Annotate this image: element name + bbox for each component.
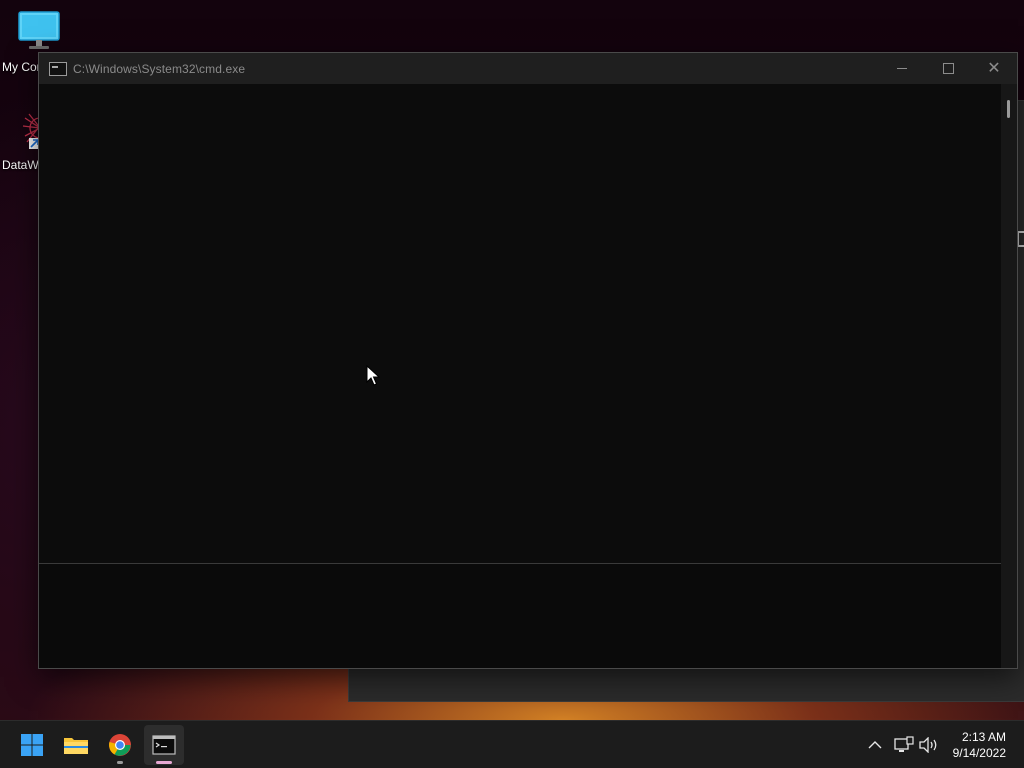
console-icon (49, 61, 67, 76)
close-button[interactable]: ✕ (971, 53, 1017, 84)
monitor-icon (15, 10, 63, 58)
close-icon: ✕ (987, 59, 1001, 77)
title-bar[interactable]: C:\Windows\System32\cmd.exe ✕ (39, 53, 1017, 84)
scrollbar-thumb[interactable] (1007, 100, 1010, 118)
running-indicator (117, 761, 123, 764)
taskbar-file-explorer[interactable] (56, 725, 96, 765)
taskbar: 2:13 AM 9/14/2022 (0, 720, 1024, 768)
windows-start-icon (21, 734, 43, 756)
maximize-button[interactable] (925, 53, 971, 84)
window-title: C:\Windows\System32\cmd.exe (73, 61, 246, 76)
minimize-button[interactable] (879, 53, 925, 84)
taskbar-chrome[interactable] (100, 725, 140, 765)
maximize-icon (942, 63, 954, 74)
clock-date: 9/14/2022 (952, 746, 1006, 760)
minimize-icon (897, 68, 907, 69)
clock[interactable]: 2:13 AM 9/14/2022 (953, 729, 1006, 761)
network-icon (894, 736, 914, 752)
clock-time: 2:13 AM (961, 730, 1006, 744)
console-icon (152, 735, 176, 755)
vertical-scrollbar[interactable] (1001, 84, 1017, 668)
chrome-icon (109, 734, 131, 756)
volume-icon (919, 737, 937, 753)
cmd-window[interactable]: C:\Windows\System32\cmd.exe ✕ (38, 52, 1018, 669)
chevron-up-icon (868, 741, 882, 749)
folder-icon (64, 738, 88, 754)
window-edge-icon (1017, 231, 1024, 247)
taskbar-command-prompt[interactable] (144, 725, 184, 765)
network-button[interactable] (892, 721, 916, 768)
active-indicator (156, 761, 172, 764)
console-output-area[interactable] (39, 84, 1001, 668)
console-lower-area[interactable] (39, 564, 1001, 668)
volume-button[interactable] (918, 721, 940, 768)
start-button[interactable] (12, 725, 52, 765)
mouse-pointer-icon (366, 364, 381, 387)
tray-overflow-button[interactable] (864, 721, 886, 768)
